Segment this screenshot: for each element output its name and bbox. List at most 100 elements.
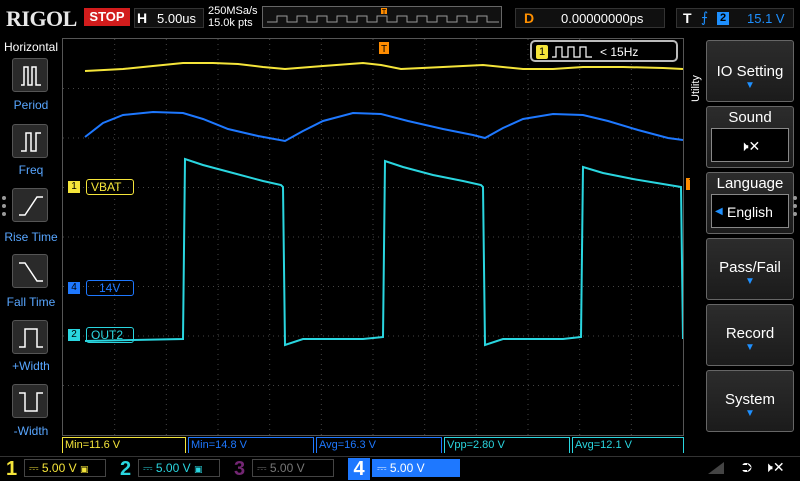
delay-display[interactable]: D 0.00000000ps xyxy=(515,8,665,28)
dc-coupling-icon: ⎓ xyxy=(257,461,267,475)
measurement-ch1-min[interactable]: Min=11.6 V xyxy=(62,437,186,453)
horizontal-menu-title: Horizontal xyxy=(4,40,59,54)
ch1-trace xyxy=(84,61,684,72)
ch3-number[interactable]: 3 xyxy=(234,458,245,480)
left-page-indicator xyxy=(2,196,8,220)
ch4-label: 14V xyxy=(86,280,134,296)
negative-width-icon xyxy=(19,392,43,412)
ch1-scale-box[interactable]: ⎓ 5.00 V ▣ xyxy=(24,459,106,477)
ch1-number[interactable]: 1 xyxy=(6,458,17,480)
waveform-grid: T xyxy=(63,39,684,435)
dc-coupling-icon: ⎓ xyxy=(377,461,387,475)
ch1-label: VBAT xyxy=(86,179,134,195)
ch1-offset-marker[interactable]: 1 xyxy=(68,181,80,193)
sample-info: 250MSa/s 15.0k pts xyxy=(208,5,258,29)
speaker-mute-icon: 🕨✕ xyxy=(764,459,785,475)
timebase-value: 5.00us xyxy=(157,11,197,26)
positive-width-button[interactable] xyxy=(12,320,48,354)
memory-waveform-preview: T xyxy=(267,8,499,23)
dc-coupling-icon: ⎓ xyxy=(29,461,39,475)
chevron-down-icon: ▼ xyxy=(745,276,755,287)
ch4-offset-marker[interactable]: 4 xyxy=(68,282,80,294)
trigger-label: T xyxy=(683,10,692,26)
horizontal-timebase[interactable]: H 5.00us xyxy=(134,8,204,28)
utility-menu-title: Utility xyxy=(690,75,702,102)
sample-rate: 250MSa/s xyxy=(208,5,258,17)
horizontal-label: H xyxy=(137,10,148,26)
chevron-left-icon: ◀ xyxy=(715,206,723,217)
trigger-position-marker: T xyxy=(379,42,389,55)
rise-time-icon xyxy=(19,196,43,216)
fall-time-button[interactable] xyxy=(12,254,48,288)
rise-time-button[interactable] xyxy=(12,188,48,222)
fall-time-icon xyxy=(19,262,43,282)
chevron-down-icon: ▼ xyxy=(745,342,755,353)
ch2-offset-marker[interactable]: 2 xyxy=(68,329,80,341)
pass-fail-label: Pass/Fail xyxy=(719,259,781,276)
language-button[interactable]: Language ◀ English xyxy=(706,172,794,234)
freq-label: Freq xyxy=(18,163,44,177)
ch2-number[interactable]: 2 xyxy=(120,458,131,480)
dc-coupling-icon: ⎓ xyxy=(143,461,153,475)
ch2-scale-box[interactable]: ⎓ 5.00 V ▣ xyxy=(138,459,220,477)
period-label: Period xyxy=(13,98,49,112)
svg-text:T: T xyxy=(381,44,387,55)
run-stop-status[interactable]: STOP xyxy=(84,8,130,26)
record-button[interactable]: Record ▼ xyxy=(706,304,794,366)
freq-button[interactable] xyxy=(12,124,48,158)
language-label: Language xyxy=(716,175,784,192)
ch3-scale: 5.00 V xyxy=(269,461,305,475)
measurement-ch2-avg[interactable]: Avg=12.1 V xyxy=(572,437,684,453)
ch3-scale-box[interactable]: ⎓ 5.00 V xyxy=(252,459,334,477)
ch4-scale-box[interactable]: ⎓ 5.00 V xyxy=(372,459,460,477)
memory-depth: 15.0k pts xyxy=(208,17,253,29)
right-page-indicator xyxy=(793,196,799,220)
chevron-down-icon: ▼ xyxy=(745,408,755,419)
sound-button[interactable]: Sound 🕨✕ xyxy=(706,106,794,168)
measurement-ch2-vpp[interactable]: Vpp=2.80 V xyxy=(444,437,570,453)
trigger-display[interactable]: T ⨍ 2 15.1 V xyxy=(676,8,794,28)
chevron-down-icon: ▼ xyxy=(745,80,755,91)
ch2-scale: 5.00 V xyxy=(155,461,191,475)
negative-width-button[interactable] xyxy=(12,384,48,418)
ch4-scale: 5.00 V xyxy=(389,461,425,475)
frequency-counter[interactable]: 1 < 15Hz xyxy=(530,40,678,62)
period-button[interactable] xyxy=(12,58,48,92)
positive-width-icon xyxy=(19,328,43,348)
brand-logo: RIGOL xyxy=(6,6,77,31)
negative-width-label: -Width xyxy=(13,424,49,438)
measurement-ch4-avg[interactable]: Avg=16.3 V xyxy=(316,437,442,453)
measurement-ch4-min[interactable]: Min=14.8 V xyxy=(188,437,314,453)
square-wave-icon xyxy=(552,46,592,58)
ch4-trace xyxy=(84,110,684,143)
freq-counter-channel: 1 xyxy=(536,45,548,59)
waveform-display: T xyxy=(62,38,684,436)
bandwidth-limit-icon: ▣ xyxy=(193,464,203,474)
record-label: Record xyxy=(725,325,775,342)
freq-counter-value: < 15Hz xyxy=(600,45,639,59)
trigger-level: 15.1 V xyxy=(747,11,785,26)
language-value: English xyxy=(727,204,773,220)
sound-label: Sound xyxy=(728,109,772,126)
freq-icon xyxy=(21,132,41,152)
trigger-source: 2 xyxy=(717,12,729,25)
svg-text:T: T xyxy=(382,9,387,16)
system-button[interactable]: System ▼ xyxy=(706,370,794,432)
ch4-number[interactable]: 4 xyxy=(348,458,370,480)
delay-label: D xyxy=(524,10,535,26)
ch1-scale: 5.00 V xyxy=(41,461,77,475)
wave-arrow-icon xyxy=(706,458,726,476)
io-setting-button[interactable]: IO Setting ▼ xyxy=(706,40,794,102)
ch2-trace xyxy=(84,157,684,347)
system-label: System xyxy=(724,391,775,408)
io-setting-label: IO Setting xyxy=(716,63,784,80)
usb-icon: ⮊ xyxy=(742,460,752,475)
ch2-label: OUT2 xyxy=(86,327,134,343)
delay-value: 0.00000000ps xyxy=(561,11,644,26)
period-icon xyxy=(21,66,41,86)
rise-time-label: Rise Time xyxy=(4,230,58,244)
positive-width-label: +Width xyxy=(12,359,50,373)
bandwidth-limit-icon: ▣ xyxy=(79,464,89,474)
speaker-mute-icon: 🕨✕ xyxy=(711,128,789,162)
pass-fail-button[interactable]: Pass/Fail ▼ xyxy=(706,238,794,300)
